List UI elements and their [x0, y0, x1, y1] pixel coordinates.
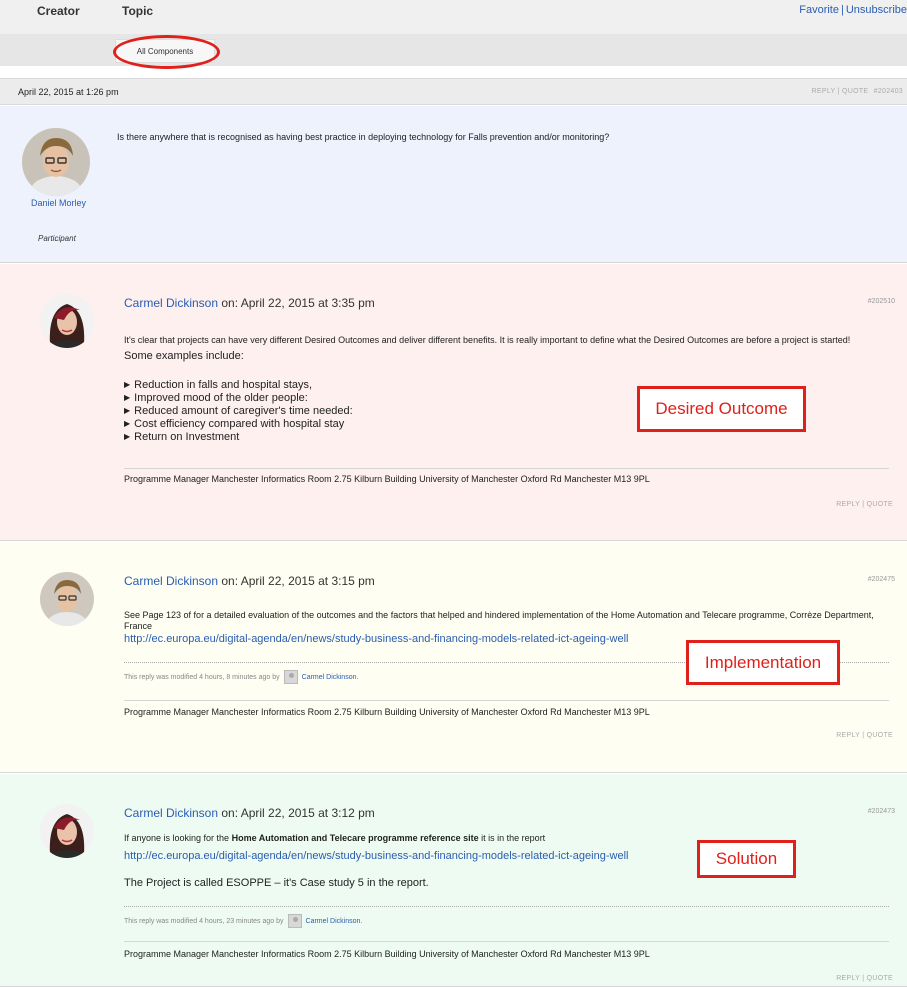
avatar-daniel-morley[interactable] [22, 128, 90, 196]
modified-note: This reply was modified 4 hours, 8 minut… [124, 670, 358, 684]
list-item: Reduction in falls and hospital stays, [124, 379, 353, 392]
reply-id[interactable]: #202475 [868, 576, 895, 583]
modified-text: This reply was modified 4 hours, 23 minu… [124, 917, 284, 925]
topic-reply-quote[interactable]: REPLY | QUOTE [812, 88, 869, 95]
mini-avatar-icon[interactable] [287, 914, 302, 928]
signature-divider [124, 700, 889, 701]
reply-quote-actions[interactable]: REPLY | QUOTE [836, 975, 893, 982]
solution-annotation: Solution [697, 840, 796, 878]
avatar-carmel-dickinson[interactable] [40, 572, 94, 626]
op-author-name[interactable]: Daniel Morley [31, 198, 86, 208]
reply-header: Carmel Dickinson on: April 22, 2015 at 3… [124, 574, 375, 588]
avatar-carmel-dickinson[interactable] [40, 294, 94, 348]
signature-divider [124, 941, 889, 942]
reply-signature: Programme Manager Manchester Informatics… [124, 707, 650, 717]
modified-divider [124, 906, 889, 907]
reply-date: on: April 22, 2015 at 3:15 pm [218, 574, 375, 588]
reply-text: If anyone is looking for the [124, 833, 232, 843]
signature-divider [124, 468, 889, 469]
modified-text: This reply was modified 4 hours, 8 minut… [124, 673, 280, 681]
highlight-circle-annotation [113, 35, 220, 69]
reply-author-link[interactable]: Carmel Dickinson [124, 296, 218, 310]
implementation-annotation: Implementation [686, 640, 840, 685]
topic-date: April 22, 2015 at 1:26 pm [18, 87, 119, 97]
male-avatar-icon [22, 128, 90, 196]
modified-by-link[interactable]: Carmel Dickinson. [302, 674, 359, 681]
reply-signature: Programme Manager Manchester Informatics… [124, 474, 650, 484]
list-item: Reduced amount of caregiver's time neede… [124, 405, 353, 418]
header-links: Favorite | Unsubscribe [799, 4, 907, 16]
modified-by-link[interactable]: Carmel Dickinson. [306, 918, 363, 925]
male-avatar-icon [40, 572, 94, 626]
reply-author-link[interactable]: Carmel Dickinson [124, 806, 218, 820]
forum-header: Creator Topic Favorite | Unsubscribe [0, 0, 907, 34]
outcomes-list: Reduction in falls and hospital stays, I… [124, 379, 353, 444]
reply-paragraph: The Project is called ESOPPE – it's Case… [124, 877, 429, 889]
desired-outcome-annotation: Desired Outcome [637, 386, 806, 432]
creator-column-label: Creator [37, 4, 80, 18]
avatar-carmel-dickinson[interactable] [40, 804, 94, 858]
reply-quote-actions[interactable]: REPLY | QUOTE [836, 501, 893, 508]
reply-quote-actions[interactable]: REPLY | QUOTE [836, 732, 893, 739]
reply-paragraph: See Page 123 of for a detailed evaluatio… [124, 610, 874, 620]
reply-id[interactable]: #202510 [868, 298, 895, 305]
topic-id: #202403 [873, 88, 903, 95]
list-item: Improved mood of the older people: [124, 392, 353, 405]
reply-text: it is in the report [478, 833, 546, 843]
op-author-role: Participant [38, 234, 76, 243]
reply-post-202473: Carmel Dickinson on: April 22, 2015 at 3… [0, 774, 907, 987]
topic-column-label: Topic [122, 4, 154, 18]
list-item: Return on Investment [124, 431, 353, 444]
mini-avatar-icon[interactable] [283, 670, 298, 684]
report-link[interactable]: http://ec.europa.eu/digital-agenda/en/ne… [124, 850, 628, 862]
reply-paragraph: It's clear that projects can have very d… [124, 335, 851, 345]
reply-signature: Programme Manager Manchester Informatics… [124, 949, 650, 959]
female-avatar-icon [40, 804, 94, 858]
reply-header: Carmel Dickinson on: April 22, 2015 at 3… [124, 296, 375, 310]
reply-id[interactable]: #202473 [868, 808, 895, 815]
reply-paragraph: If anyone is looking for the Home Automa… [124, 832, 545, 845]
reply-paragraph: France [124, 621, 153, 631]
original-post: Daniel Morley Participant Is there anywh… [0, 106, 907, 263]
reply-bold-text: Home Automation and Telecare programme r… [231, 833, 479, 843]
link-separator: | [841, 4, 844, 16]
reply-header: Carmel Dickinson on: April 22, 2015 at 3… [124, 806, 375, 820]
reply-author-link[interactable]: Carmel Dickinson [124, 574, 218, 588]
reply-date: on: April 22, 2015 at 3:12 pm [218, 806, 375, 820]
op-content: Is there anywhere that is recognised as … [117, 132, 610, 142]
female-avatar-icon [40, 294, 94, 348]
report-link[interactable]: http://ec.europa.eu/digital-agenda/en/ne… [124, 633, 628, 645]
topic-actions: REPLY | QUOTE #202403 [812, 88, 903, 95]
unsubscribe-link[interactable]: Unsubscribe [846, 4, 907, 16]
list-item: Cost efficiency compared with hospital s… [124, 418, 353, 431]
topic-meta-bar: April 22, 2015 at 1:26 pm REPLY | QUOTE … [0, 78, 907, 105]
modified-note: This reply was modified 4 hours, 23 minu… [124, 914, 362, 928]
reply-paragraph: Some examples include: [124, 350, 244, 362]
reply-date: on: April 22, 2015 at 3:35 pm [218, 296, 375, 310]
favorite-link[interactable]: Favorite [799, 4, 839, 16]
